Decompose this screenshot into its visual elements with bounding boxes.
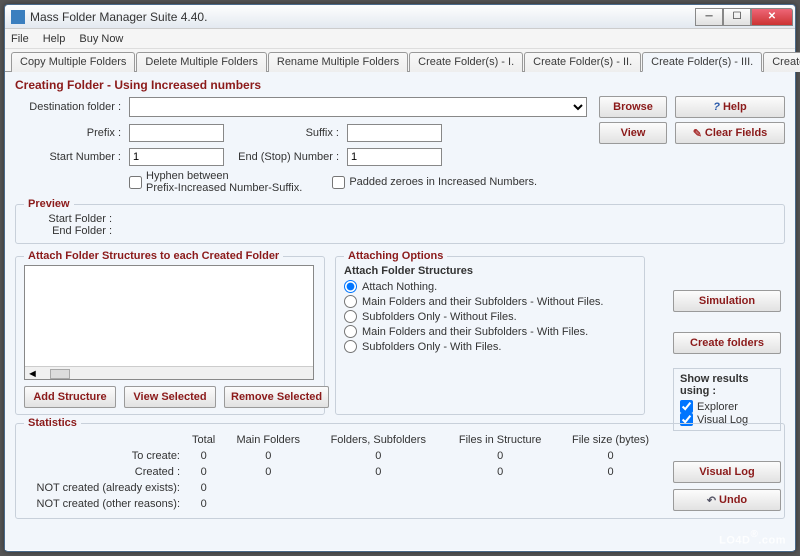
watermark: LO4D®.com [719, 529, 786, 548]
menu-buynow[interactable]: Buy Now [79, 33, 123, 45]
hyphen-checkbox-input[interactable] [129, 176, 142, 189]
eraser-icon: ✎ [693, 127, 702, 140]
tab-delete[interactable]: Delete Multiple Folders [136, 52, 267, 72]
padded-zero-checkbox[interactable]: Padded zeroes in Increased Numbers. [332, 176, 537, 189]
hyphen-checkbox[interactable]: Hyphen between Prefix-Increased Number-S… [129, 170, 302, 194]
tab-create-1[interactable]: Create Folder(s) - I. [409, 52, 523, 72]
app-window: Mass Folder Manager Suite 4.40. ─ ☐ ✕ Fi… [4, 4, 796, 552]
suffix-label: Suffix : [228, 127, 343, 139]
tab-strip: Copy Multiple Folders Delete Multiple Fo… [5, 49, 795, 72]
clear-fields-button[interactable]: ✎Clear Fields [675, 122, 785, 144]
maximize-button[interactable]: ☐ [723, 8, 751, 26]
browse-button[interactable]: Browse [599, 96, 667, 118]
add-structure-button[interactable]: Add Structure [24, 386, 116, 408]
titlebar[interactable]: Mass Folder Manager Suite 4.40. ─ ☐ ✕ [5, 5, 795, 29]
close-button[interactable]: ✕ [751, 8, 793, 26]
end-number-label: End (Stop) Number : [228, 151, 343, 163]
stats-legend: Statistics [24, 417, 81, 429]
start-number-input[interactable] [129, 148, 224, 166]
view-button[interactable]: View [599, 122, 667, 144]
menu-file[interactable]: File [11, 33, 29, 45]
explorer-checkbox[interactable]: Explorer [680, 400, 774, 413]
preview-end-label: End Folder : [24, 225, 112, 237]
tab-create-2[interactable]: Create Folder(s) - II. [524, 52, 641, 72]
tab-create-4[interactable]: Create Folder -IV. [763, 52, 800, 72]
table-row: To create:00000 [24, 448, 664, 464]
suffix-input[interactable] [347, 124, 442, 142]
create-folders-button[interactable]: Create folders [673, 332, 781, 354]
attach-options-legend: Attaching Options [344, 250, 447, 262]
radio-main-subfolders-no-files[interactable]: Main Folders and their Subfolders - With… [344, 295, 636, 308]
preview-legend: Preview [24, 198, 74, 210]
table-row: NOT created (already exists):0 [24, 480, 664, 496]
radio-attach-nothing[interactable]: Attach Nothing. [344, 280, 636, 293]
prefix-input[interactable] [129, 124, 224, 142]
simulation-button[interactable]: Simulation [673, 290, 781, 312]
preview-start-label: Start Folder : [24, 213, 112, 225]
attach-sub-heading: Attach Folder Structures [344, 265, 636, 277]
table-row: NOT created (other reasons):0 [24, 496, 664, 512]
structure-listbox[interactable]: ◄ [24, 265, 314, 380]
start-number-label: Start Number : [15, 151, 125, 163]
show-results-legend: Show results using : [680, 373, 774, 397]
app-icon [11, 10, 25, 24]
end-number-input[interactable] [347, 148, 442, 166]
prefix-label: Prefix : [15, 127, 125, 139]
destination-folder-combo[interactable] [129, 97, 587, 117]
padded-zero-checkbox-input[interactable] [332, 176, 345, 189]
radio-subfolders-no-files[interactable]: Subfolders Only - Without Files. [344, 310, 636, 323]
attach-legend: Attach Folder Structures to each Created… [24, 250, 283, 262]
show-results-group: Show results using : Explorer Visual Log [673, 368, 781, 431]
minimize-button[interactable]: ─ [695, 8, 723, 26]
radio-main-subfolders-with-files[interactable]: Main Folders and their Subfolders - With… [344, 325, 636, 338]
table-row: Created :00000 [24, 464, 664, 480]
view-selected-button[interactable]: View Selected [124, 386, 216, 408]
menu-help[interactable]: Help [43, 33, 66, 45]
radio-subfolders-with-files[interactable]: Subfolders Only - With Files. [344, 340, 636, 353]
section-heading: Creating Folder - Using Increased number… [15, 78, 785, 92]
window-title: Mass Folder Manager Suite 4.40. [30, 10, 695, 24]
stats-table: Total Main Folders Folders, Subfolders F… [24, 432, 664, 512]
listbox-scrollbar[interactable]: ◄ [25, 366, 313, 380]
tab-copy[interactable]: Copy Multiple Folders [11, 52, 135, 72]
dest-label: Destination folder : [15, 101, 125, 113]
help-button[interactable]: ?Help [675, 96, 785, 118]
tab-create-3[interactable]: Create Folder(s) - III. [642, 52, 762, 72]
remove-selected-button[interactable]: Remove Selected [224, 386, 329, 408]
help-icon: ? [713, 101, 720, 113]
tab-rename[interactable]: Rename Multiple Folders [268, 52, 408, 72]
